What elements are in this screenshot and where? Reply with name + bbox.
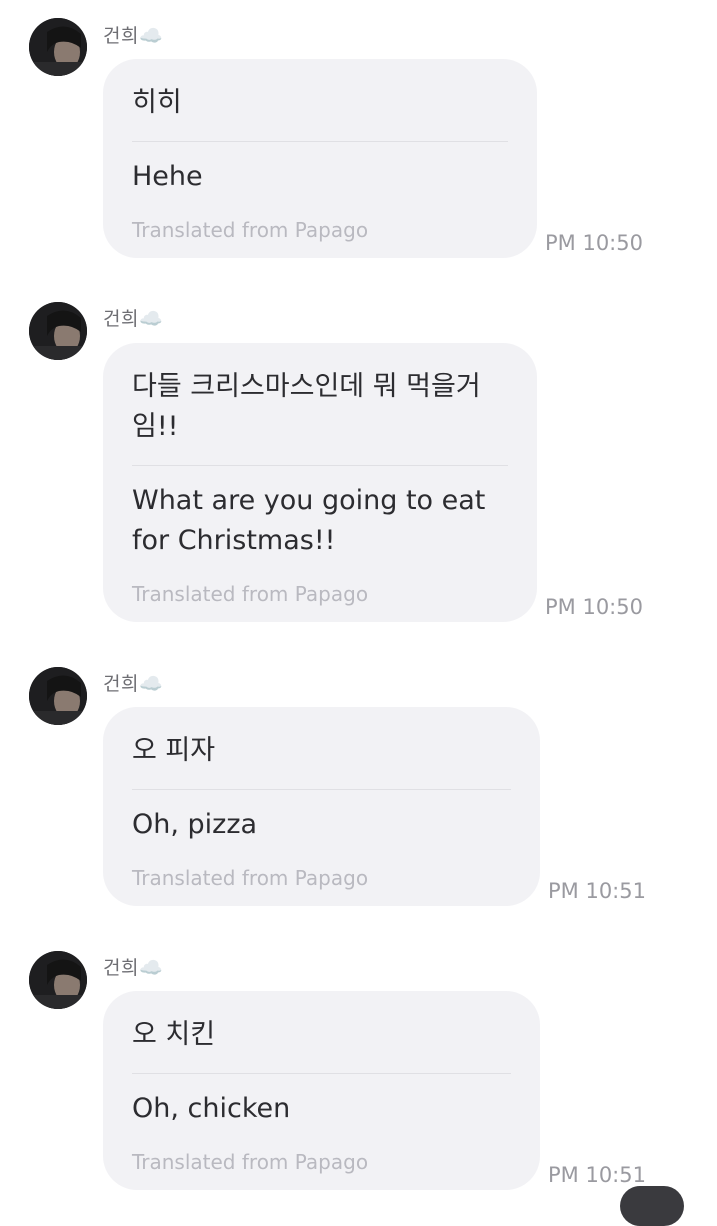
translated-text: Hehe [132,161,203,192]
message-timestamp: PM 10:50 [545,231,643,255]
message-bubble[interactable]: 오 피자 Oh, pizza Translated from Papago [103,707,540,906]
message-timestamp: PM 10:51 [548,879,646,903]
translated-text: Oh, pizza [132,809,258,840]
original-text: 오 피자 [132,731,511,790]
translation-source: Translated from Papago [132,1150,369,1174]
translation-source: Translated from Papago [132,582,369,606]
message-bubble[interactable]: 오 치킨 Oh, chicken Translated from Papago [103,991,540,1190]
sender-name: 건희☁️ [103,25,164,47]
sender-name: 건희☁️ [103,308,164,330]
translation-source: Translated from Papago [132,218,369,242]
partial-avatar [620,1186,684,1226]
original-text: 히히 [132,83,508,142]
sender-name: 건희☁️ [103,957,164,979]
message-timestamp: PM 10:50 [545,595,643,619]
translation-source: Translated from Papago [132,866,369,890]
original-text: 오 치킨 [132,1015,511,1074]
sender-name: 건희☁️ [103,673,164,695]
sender-avatar[interactable] [29,951,87,1009]
sender-avatar[interactable] [29,18,87,76]
sender-avatar[interactable] [29,302,87,360]
sender-avatar[interactable] [29,667,87,725]
message-bubble[interactable]: 다들 크리스마스인데 뭐 먹을거 임!! What are you going … [103,343,537,622]
translated-text: Oh, chicken [132,1093,291,1124]
message-timestamp: PM 10:51 [548,1163,646,1187]
message-bubble[interactable]: 히히 Hehe Translated from Papago [103,59,537,258]
translated-text: What are you going to eat for Christmas!… [132,485,486,556]
original-text: 다들 크리스마스인데 뭐 먹을거 임!! [132,367,508,466]
